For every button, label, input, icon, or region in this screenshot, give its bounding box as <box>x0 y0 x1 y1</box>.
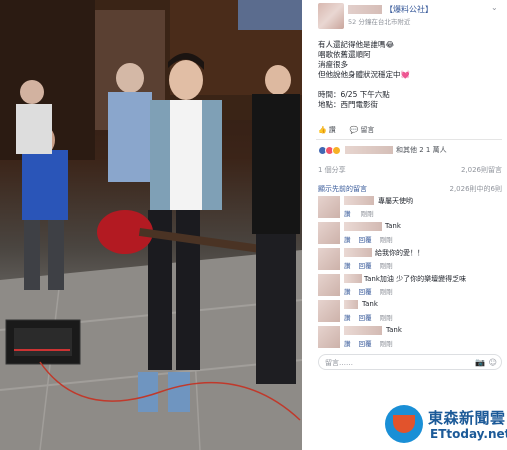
sticker-icon[interactable]: ☺ <box>489 358 497 367</box>
comment-meta: 讚 回覆 剛剛 <box>344 260 393 270</box>
post-line: 有人還記得他是誰嗎😂 <box>318 40 395 49</box>
avatar[interactable] <box>318 300 340 322</box>
like-icon: 👍 <box>318 126 327 134</box>
avatar[interactable] <box>318 248 340 270</box>
comment-time: 剛剛 <box>360 210 374 218</box>
comment-item: Tank 讚 回覆 剛剛 <box>318 326 502 350</box>
comment-time: 剛剛 <box>379 314 393 322</box>
comment-like-link[interactable]: 讚 <box>344 314 351 322</box>
comment-like-link[interactable]: 讚 <box>344 340 351 348</box>
like-button[interactable]: 👍 讚 <box>318 125 336 135</box>
commenter-name-blurred[interactable] <box>344 222 382 231</box>
post-actions: 👍 讚 💬 留言 <box>318 124 498 136</box>
comment-like-link[interactable]: 讚 <box>344 288 351 296</box>
comment-reply-link[interactable]: 回覆 <box>359 340 372 348</box>
post-line: 唱歌依舊還順阿 <box>318 50 371 59</box>
comment-reply-link[interactable]: 回覆 <box>359 314 372 322</box>
comment-count: 2,026則中的6則 <box>449 185 503 193</box>
reactor-names-blurred <box>345 146 393 154</box>
avatar[interactable] <box>318 326 340 348</box>
avatar[interactable] <box>318 274 340 296</box>
post-line: 但他說他身體狀況穩定中💓 <box>318 70 410 79</box>
avatar[interactable] <box>318 196 340 218</box>
engagement-stats: 1 個分享 2,026則留言 <box>318 165 502 175</box>
comment-input[interactable]: 留言…… 📷 ☺ <box>318 354 502 370</box>
comment-time: 剛剛 <box>379 288 393 296</box>
view-previous-comments-link[interactable]: 顯示先前的留言 <box>318 184 367 194</box>
reactions-summary[interactable]: 和其他 2 1 萬人 <box>318 144 502 156</box>
comment-item: Tank加油 少了你的樂壇變得乏味 讚 回覆 剛剛 <box>318 274 502 298</box>
comment-meta: 讚 剛剛 <box>344 208 374 218</box>
comment-like-link[interactable]: 讚 <box>344 236 351 244</box>
comment-item: Tank 讚 回覆 剛剛 <box>318 222 502 246</box>
watermark-brand-name: 東森新聞雲 <box>428 409 506 427</box>
comment-icon: 💬 <box>349 126 359 134</box>
comment-reply-link[interactable]: 回覆 <box>359 236 372 244</box>
photo-illustration <box>0 0 302 450</box>
comment-like-link[interactable]: 讚 <box>344 210 351 218</box>
haha-icon <box>332 145 341 155</box>
comment-time: 剛剛 <box>379 236 393 244</box>
comment-item: 專屬天使哟 讚 剛剛 <box>318 196 502 220</box>
facebook-post-panel: 【爆料公社】 52 分鐘在台北市附近 ⌄ 有人還記得他是誰嗎😂 唱歌依舊還順阿 … <box>310 0 507 390</box>
divider <box>316 139 502 140</box>
comment-item: Tank 讚 回覆 剛剛 <box>318 300 502 324</box>
comment-meta: 讚 回覆 剛剛 <box>344 312 393 322</box>
comment-input-placeholder: 留言…… <box>325 359 353 367</box>
street-performance-photo <box>0 0 302 450</box>
comment-text: Tank加油 少了你的樂壇變得乏味 <box>364 275 467 283</box>
post-timestamp[interactable]: 52 分鐘在台北市附近 <box>348 16 410 26</box>
comment-text: Tank <box>385 222 401 230</box>
poster-name-blurred <box>348 5 382 14</box>
post-line: 消瘦很多 <box>318 60 348 69</box>
comment-button[interactable]: 💬 留言 <box>350 125 375 135</box>
page-avatar[interactable] <box>318 3 344 29</box>
comment-reply-link[interactable]: 回覆 <box>359 288 372 296</box>
commenter-name-blurred[interactable] <box>344 274 362 283</box>
comment-time: 剛剛 <box>379 340 393 348</box>
reactions-count: 和其他 2 1 萬人 <box>396 146 447 154</box>
chevron-down-icon[interactable]: ⌄ <box>491 4 501 12</box>
comment-reply-link[interactable]: 回覆 <box>359 262 372 270</box>
post-header: 【爆料公社】 52 分鐘在台北市附近 ⌄ <box>310 0 507 34</box>
like-label: 讚 <box>328 126 336 134</box>
post-line <box>318 80 498 90</box>
page-name-link[interactable]: 【爆料公社】 <box>385 4 433 15</box>
shares-count[interactable]: 1 個分享 <box>318 165 346 175</box>
commenter-name-blurred[interactable] <box>344 196 374 205</box>
comment-label: 留言 <box>360 126 375 134</box>
post-line: 地點：西門電影街 <box>318 100 378 109</box>
comment-text: Tank <box>362 300 378 308</box>
comments-total[interactable]: 2,026則留言 <box>461 165 502 175</box>
comment-text: Tank <box>386 326 402 334</box>
previous-comments-row: 顯示先前的留言 2,026則中的6則 <box>318 184 502 194</box>
watermark-domain: ETtoday.net <box>430 427 507 441</box>
avatar[interactable] <box>318 222 340 244</box>
comment-meta: 讚 回覆 剛剛 <box>344 286 393 296</box>
post-line: 時間：6/25 下午六點 <box>318 90 390 99</box>
comment-meta: 讚 回覆 剛剛 <box>344 338 393 348</box>
comment-text: 給我你的愛！！ <box>375 249 424 257</box>
commenter-name-blurred[interactable] <box>344 326 382 335</box>
comment-time: 剛剛 <box>379 262 393 270</box>
comment-meta: 讚 回覆 剛剛 <box>344 234 393 244</box>
post-body: 有人還記得他是誰嗎😂 唱歌依舊還順阿 消瘦很多 但他說他身體狀況穩定中💓 時間：… <box>318 40 498 110</box>
commenter-name-blurred[interactable] <box>344 300 358 309</box>
comment-like-link[interactable]: 讚 <box>344 262 351 270</box>
camera-icon[interactable]: 📷 <box>475 358 485 367</box>
commenter-name-blurred[interactable] <box>344 248 372 257</box>
comment-text: 專屬天使哟 <box>378 197 413 205</box>
comment-item: 給我你的愛！！ 讚 回覆 剛剛 <box>318 248 502 272</box>
